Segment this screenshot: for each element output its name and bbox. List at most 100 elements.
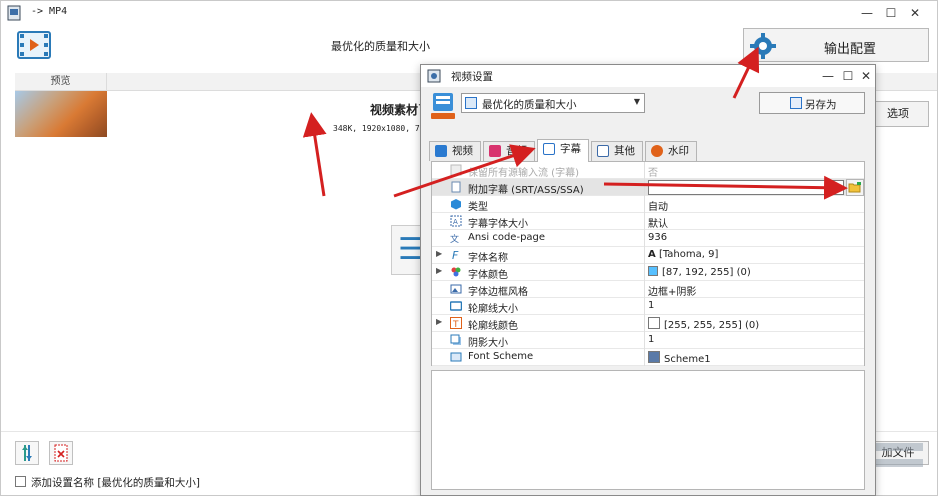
divider: [644, 162, 645, 179]
preset-dropdown[interactable]: 最优化的质量和大小 ▼: [461, 93, 645, 113]
property-name: Ansi code-page: [468, 232, 546, 243]
save-icon: [790, 97, 802, 109]
window-title: -> MP4: [31, 6, 68, 17]
property-value: 1: [648, 300, 655, 311]
dialog-title: 视频设置: [451, 71, 493, 83]
tab-video[interactable]: 视频: [429, 141, 481, 161]
scheme-icon: [648, 351, 660, 363]
property-value: 边框+阴影: [648, 287, 697, 298]
palette-icon: [451, 267, 461, 277]
dialog-maximize-button[interactable]: ☐: [839, 67, 857, 85]
subtitle-path-input[interactable]: [648, 180, 844, 195]
watermark-tab-icon: [651, 145, 663, 157]
font-icon: F: [452, 249, 459, 261]
divider: [644, 179, 645, 196]
font-value: [Tahoma, 9]: [658, 249, 719, 260]
remove-file-button[interactable]: [49, 441, 73, 465]
app-icon: [7, 5, 21, 21]
property-row[interactable]: 阴影大小 1: [432, 332, 864, 349]
tab-label: 视频: [452, 145, 473, 157]
split-button[interactable]: [15, 441, 39, 465]
expand-arrow-icon[interactable]: ▶: [436, 266, 442, 275]
browse-folder-button[interactable]: [846, 179, 864, 196]
video-thumbnail: [15, 91, 107, 137]
tab-label: 字幕: [560, 143, 581, 155]
property-row[interactable]: Font Scheme Scheme1: [432, 349, 864, 366]
dialog-title-bar: 视频设置 — ☐ ✕: [421, 65, 875, 87]
outline-icon: [450, 301, 462, 311]
subtitle-property-grid: 保留所有源输入流 (字幕) 否 附加字幕 (SRT/ASS/SSA) 类型 自动…: [431, 161, 865, 366]
minimize-button[interactable]: —: [857, 4, 877, 22]
tab-other[interactable]: 其他: [591, 141, 643, 161]
maximize-button[interactable]: ☐: [881, 4, 901, 22]
export-config-button[interactable]: 输出配置: [743, 28, 929, 62]
property-name: 附加字幕 (SRT/ASS/SSA): [468, 185, 584, 196]
property-name: Font Scheme: [468, 351, 534, 362]
file-icon: [451, 181, 461, 193]
property-row[interactable]: A 字幕字体大小 默认: [432, 213, 864, 230]
delete-file-icon: [54, 444, 68, 462]
divider: [644, 332, 645, 349]
file-meta: 348K, 1920x1080, 78: [333, 124, 425, 133]
property-row[interactable]: ▶ F 字体名称 A [Tahoma, 9]: [432, 247, 864, 264]
profile-title: 最优化的质量和大小: [331, 40, 430, 53]
property-value: 否: [648, 168, 658, 179]
dialog-minimize-button[interactable]: —: [819, 67, 837, 85]
translate-icon: 文: [450, 233, 459, 244]
expand-arrow-icon[interactable]: ▶: [436, 317, 442, 326]
column-preview[interactable]: 预览: [15, 73, 107, 91]
save-as-label: 另存为: [805, 99, 837, 111]
property-name: 轮廓线大小: [468, 304, 518, 315]
property-value: A [Tahoma, 9]: [648, 249, 718, 260]
settings-tabs: 视频 音频 字幕 其他 水印: [429, 139, 869, 162]
options-button-label: 选项: [887, 107, 909, 120]
property-name: 字体颜色: [468, 270, 508, 281]
svg-text:A: A: [453, 218, 458, 226]
close-button[interactable]: ✕: [905, 4, 925, 22]
property-value: 自动: [648, 202, 668, 213]
color-swatch[interactable]: [648, 317, 660, 329]
property-row[interactable]: ▶ 字体颜色 [87, 192, 255] (0): [432, 264, 864, 281]
save-as-button[interactable]: 另存为: [759, 92, 865, 114]
tab-audio[interactable]: 音频: [483, 141, 535, 161]
list-tab-icon: [597, 145, 609, 157]
file-name: 视频素材`: [370, 103, 425, 117]
chevron-down-icon: ▼: [633, 97, 640, 106]
export-button-label: 输出配置: [824, 42, 877, 57]
preset-profile-icon: [431, 93, 455, 119]
title-bar: -> MP4 — ☐ ✕: [1, 1, 937, 25]
property-row[interactable]: ▶ T 轮廓线颜色 [255, 255, 255] (0): [432, 315, 864, 332]
property-value: 936: [648, 232, 668, 243]
video-file-icon: [17, 31, 51, 59]
property-row[interactable]: 保留所有源输入流 (字幕) 否: [432, 162, 864, 179]
property-value: 1: [648, 334, 655, 345]
property-value: [87, 192, 255] (0): [648, 266, 751, 278]
dialog-empty-panel: [431, 370, 865, 490]
options-button[interactable]: 选项: [867, 101, 929, 127]
property-name: 字幕字体大小: [468, 219, 528, 230]
preset-item-icon: [465, 97, 477, 109]
tab-label: 其他: [614, 145, 635, 157]
property-row[interactable]: 字体边框风格 边框+阴影: [432, 281, 864, 298]
property-row[interactable]: 文 Ansi code-page 936: [432, 230, 864, 247]
color-swatch[interactable]: [648, 266, 658, 276]
add-profile-name-checkbox[interactable]: [15, 476, 26, 487]
property-name: 字体名称: [468, 253, 508, 264]
tab-subtitle[interactable]: 字幕: [537, 139, 589, 162]
svg-text:T: T: [452, 320, 459, 329]
property-value: Scheme1: [648, 351, 711, 365]
property-row[interactable]: 类型 自动: [432, 196, 864, 213]
divider: [644, 196, 645, 213]
divider: [644, 315, 645, 332]
property-value: 默认: [648, 219, 668, 230]
dialog-close-button[interactable]: ✕: [857, 67, 875, 85]
text-outline-icon: T: [450, 317, 462, 329]
property-name: 阴影大小: [468, 338, 508, 349]
property-row[interactable]: 轮廓线大小 1: [432, 298, 864, 315]
list-icon: [450, 164, 462, 176]
property-row-attach-subtitle[interactable]: 附加字幕 (SRT/ASS/SSA): [432, 179, 864, 196]
folder-icon: [848, 182, 861, 193]
app-icon: [427, 69, 441, 83]
expand-arrow-icon[interactable]: ▶: [436, 249, 442, 258]
tab-watermark[interactable]: 水印: [645, 141, 697, 161]
